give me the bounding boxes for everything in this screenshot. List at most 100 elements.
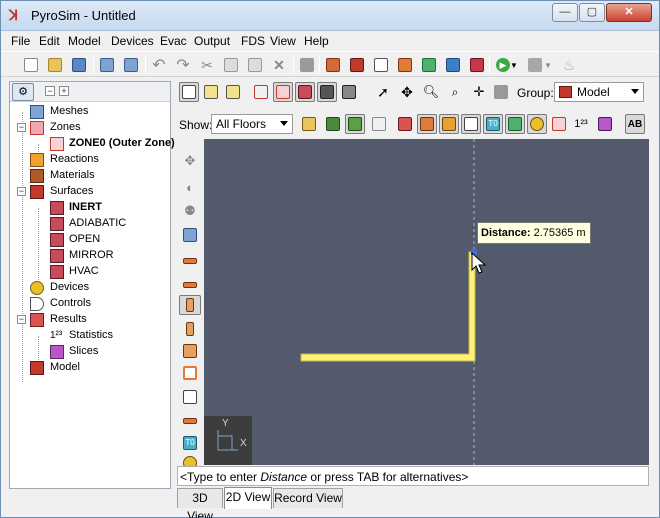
show-statistics-icon[interactable]: 1²³ [571,114,591,134]
roam-icon[interactable]: ◐ [179,177,201,197]
paste-icon[interactable] [245,55,265,75]
draw-mesh-icon[interactable] [179,225,201,245]
save-icon[interactable] [69,55,89,75]
draw-slab-icon[interactable] [179,251,201,271]
show-labels-icon[interactable]: T0 [483,114,503,134]
tree-item-open[interactable]: OPEN [10,232,170,248]
show-slices-icon[interactable] [595,114,615,134]
tree-item-zones[interactable]: − Zones [10,120,170,136]
tree-item-reactions[interactable]: Reactions [10,152,170,168]
tree-item-surfaces[interactable]: − Surfaces [10,184,170,200]
menu-output[interactable]: Output [194,34,230,48]
floor-settings-icon[interactable] [299,114,319,134]
tree-item-meshes[interactable]: Meshes [10,104,170,120]
minimize-button[interactable]: — [552,3,578,22]
grid-toggle-icon[interactable] [369,114,389,134]
menu-evac[interactable]: Evac [160,34,187,48]
draw-vent-icon[interactable] [179,411,201,431]
menu-view[interactable]: View [270,34,296,48]
nav-filter-icon[interactable]: ⚙ [12,83,34,101]
zoom-box-icon[interactable]: ⌕ [445,82,465,102]
show-hvac-icon[interactable] [395,114,415,134]
tree-item-zone0[interactable]: ZONE0 (Outer Zone) [10,136,175,152]
copy-icon[interactable] [221,55,241,75]
orbit-icon[interactable]: ✥ [179,151,201,171]
person-view-icon[interactable] [345,114,365,134]
draw-slab-2-icon[interactable] [179,275,201,295]
menu-model[interactable]: Model [68,34,101,48]
tree-item-results[interactable]: − Results [10,312,170,328]
show-zones-icon[interactable] [549,114,569,134]
tree-item-hvac[interactable]: HVAC [10,264,170,280]
pan-icon[interactable]: ✥ [397,82,417,102]
command-input[interactable]: <Type to enter Distance or press TAB for… [177,466,649,486]
draw-label-icon[interactable]: T0 [179,433,201,453]
tree-item-adiabatic[interactable]: ADIABATIC [10,216,170,232]
view-reset-icon[interactable] [179,82,199,102]
new-file-icon[interactable] [21,55,41,75]
view-top-icon[interactable] [201,82,221,102]
collapse-icon[interactable]: − [17,315,26,324]
solid-icon[interactable] [295,82,315,102]
delete-icon[interactable]: ✕ [269,55,289,75]
new-group-icon[interactable] [467,55,487,75]
fit-icon[interactable]: ✛ [469,82,489,102]
wireframe-icon[interactable] [251,82,271,102]
draw-room-icon[interactable] [179,363,201,383]
menu-fds[interactable]: FDS [241,34,265,48]
new-reaction-icon[interactable] [395,55,415,75]
fly-icon[interactable]: ⚉ [179,201,201,221]
menu-edit[interactable]: Edit [39,34,60,48]
collapse-icon[interactable]: − [17,187,26,196]
open-folder-icon[interactable] [45,55,65,75]
draw-note-icon[interactable] [179,387,201,407]
2d-view-canvas[interactable]: Y X Distance: 2.75365 m [204,139,649,465]
new-particle-icon[interactable] [419,55,439,75]
show-holes-icon[interactable] [439,114,459,134]
properties-icon[interactable] [297,55,317,75]
tree-item-materials[interactable]: Materials [10,168,170,184]
menu-devices[interactable]: Devices [111,34,154,48]
measure-icon[interactable] [491,82,511,102]
tree-item-slices[interactable]: Slices [10,344,170,360]
collapse-icon[interactable]: − [17,123,26,132]
zoom-icon[interactable]: 🔍︎ [421,82,441,102]
close-button[interactable]: ✕ [606,3,652,22]
tree-item-inert[interactable]: INERT [10,200,170,216]
smooth-icon[interactable] [317,82,337,102]
results-icon[interactable] [525,55,545,75]
tab-record-view[interactable]: Record View [273,488,343,508]
select-pointer-icon[interactable]: ➚ [373,82,393,102]
results-dropdown-icon[interactable]: ▼ [543,55,553,75]
import-icon[interactable] [97,55,117,75]
group-select[interactable]: Model [554,82,644,102]
texture-icon[interactable] [339,82,359,102]
maximize-button[interactable]: ▢ [579,3,605,22]
tree-item-controls[interactable]: Controls [10,296,170,312]
tree-item-model[interactable]: Model [10,360,170,376]
menu-file[interactable]: File [11,34,30,48]
show-devices-icon[interactable] [527,114,547,134]
show-particles-icon[interactable] [505,114,525,134]
redo-icon[interactable]: ↷ [173,55,193,75]
show-obstructions-icon[interactable] [417,114,437,134]
tab-2d-view[interactable]: 2D View [224,487,272,509]
floor-select[interactable]: All Floors [211,114,293,134]
new-obstruction-icon[interactable] [323,55,343,75]
cut-icon[interactable]: ✂ [197,55,217,75]
view-front-icon[interactable] [223,82,243,102]
undo-icon[interactable]: ↶ [149,55,169,75]
export-icon[interactable] [121,55,141,75]
tab-3d-view[interactable]: 3D View [177,488,223,518]
new-material-icon[interactable] [347,55,367,75]
draw-block-icon[interactable] [179,341,201,361]
draw-wall-icon[interactable] [179,295,201,315]
show-notes-icon[interactable] [461,114,481,134]
new-device-icon[interactable] [443,55,463,75]
new-surface-icon[interactable] [371,55,391,75]
smokeview-icon[interactable]: ♨ [559,55,579,75]
background-image-icon[interactable] [323,114,343,134]
tree-item-devices[interactable]: Devices [10,280,170,296]
tree-item-statistics[interactable]: 1²³ Statistics [10,328,170,344]
collapse-all-icon[interactable]: − [45,86,55,96]
